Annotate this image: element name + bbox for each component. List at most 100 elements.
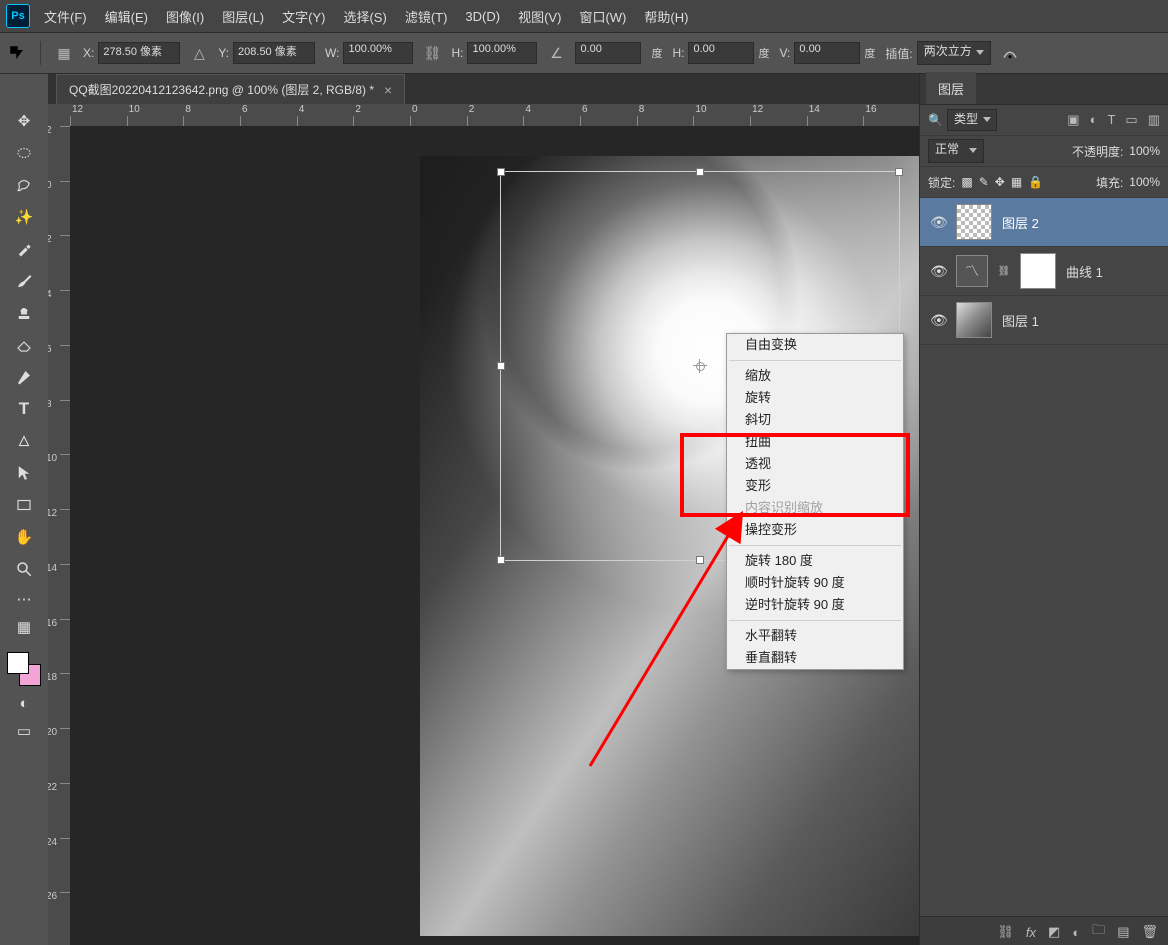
ctx-free-transform[interactable]: 自由变换	[727, 334, 903, 356]
layer-row[interactable]: 👁 〽 ⛓ 曲线 1	[920, 247, 1168, 296]
handle-top-middle[interactable]	[696, 168, 704, 176]
layer-mask-thumbnail[interactable]	[1020, 253, 1056, 289]
ctx-rotate-ccw[interactable]: 逆时针旋转 90 度	[727, 594, 903, 616]
menu-help[interactable]: 帮助(H)	[640, 7, 692, 26]
visibility-eye-icon[interactable]: 👁	[930, 214, 946, 230]
delta-icon[interactable]: △	[190, 44, 208, 62]
vskew-input[interactable]: 0.00	[794, 42, 860, 64]
opacity-value[interactable]: 100%	[1129, 144, 1160, 158]
document-tab[interactable]: QQ截图20220412123642.png @ 100% (图层 2, RGB…	[56, 74, 405, 104]
handle-bottom-middle[interactable]	[696, 556, 704, 564]
color-swatches[interactable]	[7, 652, 41, 686]
lock-all-icon[interactable]: 🔒	[1028, 175, 1043, 189]
filter-adjust-icon[interactable]: ◐	[1090, 112, 1098, 128]
warp-mode-icon[interactable]	[1001, 44, 1019, 62]
menu-select[interactable]: 选择(S)	[339, 7, 390, 26]
menu-window[interactable]: 窗口(W)	[575, 7, 630, 26]
h-input[interactable]: 100.00%	[467, 42, 537, 64]
interp-select[interactable]: 两次立方	[917, 41, 991, 65]
w-input[interactable]: 100.00%	[343, 42, 413, 64]
layer-thumbnail[interactable]	[956, 204, 992, 240]
screenmode-icon[interactable]: ▭	[9, 720, 39, 742]
quickmask-icon[interactable]: ◐	[9, 692, 39, 714]
reference-point-grid-icon[interactable]: ▦	[55, 44, 73, 62]
filter-type-icon[interactable]: T	[1107, 112, 1115, 128]
ctx-puppet-warp[interactable]: 操控变形	[727, 519, 903, 541]
ctx-warp[interactable]: 变形	[727, 475, 903, 497]
filter-smart-icon[interactable]: ▥	[1148, 112, 1160, 128]
toolbar-more-icon[interactable]: ⋯	[9, 588, 39, 610]
mask-link-icon[interactable]: ⛓	[998, 266, 1010, 277]
add-mask-icon[interactable]: ◩	[1048, 924, 1060, 940]
lock-artboard-icon[interactable]: ▦	[1011, 175, 1022, 189]
handle-bottom-left[interactable]	[497, 556, 505, 564]
menu-layer[interactable]: 图层(L)	[218, 7, 268, 26]
foreground-swatch[interactable]	[7, 652, 29, 674]
ruler-vertical[interactable]: 2 0 2 4 6 8 10 12 14 16 18 20 22 24 26	[48, 126, 71, 945]
rectangle-tool[interactable]	[9, 492, 39, 518]
filter-kind-select[interactable]: 类型	[947, 109, 997, 131]
layer-name[interactable]: 图层 2	[1002, 213, 1039, 232]
menu-filter[interactable]: 滤镜(T)	[401, 7, 452, 26]
fill-value[interactable]: 100%	[1129, 175, 1160, 189]
layer-row[interactable]: 👁 图层 1	[920, 296, 1168, 345]
ruler-horizontal[interactable]: 12 10 8 6 4 2 0 2 4 6 8 10 12 14 16	[70, 104, 920, 127]
eraser-tool[interactable]	[9, 332, 39, 358]
handle-top-right[interactable]	[895, 168, 903, 176]
new-group-icon[interactable]: 🗀	[1092, 921, 1105, 943]
fx-icon[interactable]: fx	[1026, 925, 1036, 940]
link-icon[interactable]: ⛓	[423, 44, 441, 62]
tool-preset-icon[interactable]	[8, 44, 26, 62]
handle-top-left[interactable]	[497, 168, 505, 176]
lock-position-icon[interactable]: ✥	[995, 175, 1005, 189]
ctx-flip-v[interactable]: 垂直翻转	[727, 647, 903, 669]
ctx-distort[interactable]: 扭曲	[727, 431, 903, 453]
ctx-rotate[interactable]: 旋转	[727, 387, 903, 409]
marquee-ellipse-tool[interactable]	[9, 140, 39, 166]
hskew-input[interactable]: 0.00	[688, 42, 754, 64]
ctx-rotate-180[interactable]: 旋转 180 度	[727, 550, 903, 572]
menu-file[interactable]: 文件(F)	[40, 7, 91, 26]
menu-3d[interactable]: 3D(D)	[461, 9, 504, 24]
menu-type[interactable]: 文字(Y)	[278, 7, 329, 26]
filter-shape-icon[interactable]: ▭	[1125, 112, 1137, 128]
menu-edit[interactable]: 编辑(E)	[101, 7, 152, 26]
layer-row[interactable]: 👁 图层 2	[920, 198, 1168, 247]
menu-view[interactable]: 视图(V)	[514, 7, 565, 26]
type-tool[interactable]: T	[9, 396, 39, 422]
ctx-scale[interactable]: 缩放	[727, 365, 903, 387]
zoom-tool[interactable]	[9, 556, 39, 582]
ctx-perspective[interactable]: 透视	[727, 453, 903, 475]
brush-tool[interactable]	[9, 268, 39, 294]
x-input[interactable]: 278.50 像素	[98, 42, 180, 64]
move-tool[interactable]: ✥	[9, 108, 39, 134]
edit-toolbar-icon[interactable]: ▦	[9, 616, 39, 638]
blend-mode-select[interactable]: 正常	[928, 139, 984, 163]
eyedropper-tool[interactable]	[9, 236, 39, 262]
magic-wand-tool[interactable]: ✨	[9, 204, 39, 230]
menu-image[interactable]: 图像(I)	[162, 7, 208, 26]
ctx-flip-h[interactable]: 水平翻转	[727, 625, 903, 647]
lasso-tool[interactable]	[9, 172, 39, 198]
angle-input[interactable]: 0.00	[575, 42, 641, 64]
curves-adjustment-icon[interactable]: 〽	[956, 255, 988, 287]
layer-name[interactable]: 曲线 1	[1066, 262, 1103, 281]
hand-tool[interactable]: ✋	[9, 524, 39, 550]
delete-layer-icon[interactable]: 🗑	[1141, 924, 1158, 940]
new-adjustment-icon[interactable]: ◐	[1072, 925, 1080, 940]
handle-middle-left[interactable]	[497, 362, 505, 370]
visibility-eye-icon[interactable]: 👁	[930, 312, 946, 328]
canvas[interactable]: 自由变换 缩放 旋转 斜切 扭曲 透视 变形 内容识别缩放 操控变形 旋转 18…	[70, 126, 920, 945]
layer-thumbnail[interactable]	[956, 302, 992, 338]
close-tab-icon[interactable]: ×	[384, 82, 392, 98]
pen-tool[interactable]	[9, 364, 39, 390]
lock-transparency-icon[interactable]: ▩	[961, 175, 972, 189]
ctx-skew[interactable]: 斜切	[727, 409, 903, 431]
layers-tab[interactable]: 图层	[926, 71, 976, 104]
visibility-eye-icon[interactable]: 👁	[930, 263, 946, 279]
lock-pixels-icon[interactable]: ✎	[979, 175, 989, 189]
stamp-tool[interactable]	[9, 300, 39, 326]
filter-pixel-icon[interactable]: ▣	[1067, 112, 1079, 128]
y-input[interactable]: 208.50 像素	[233, 42, 315, 64]
link-layers-icon[interactable]: ⛓	[997, 924, 1014, 940]
